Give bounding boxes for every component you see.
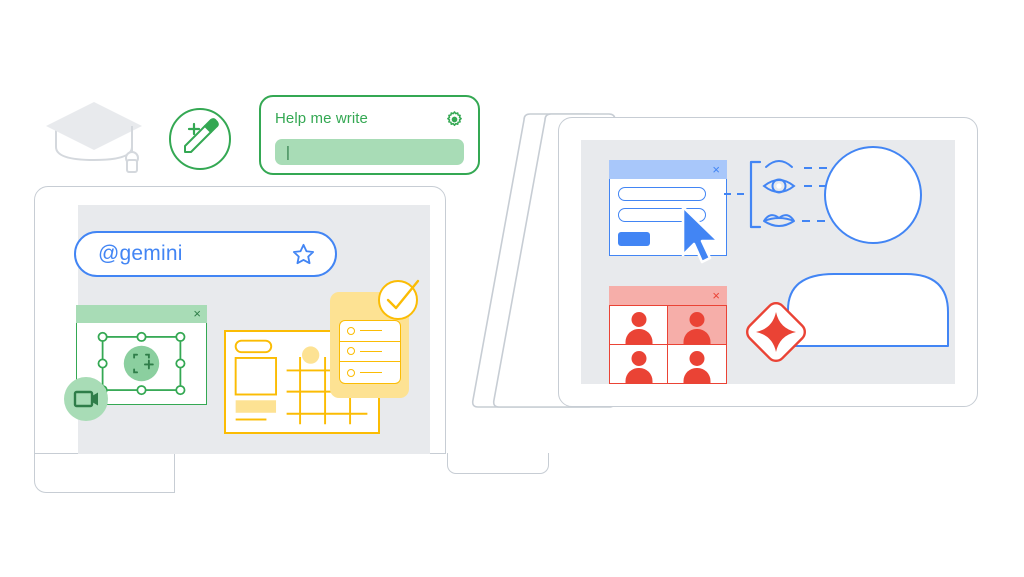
list-item-line [360,350,382,352]
help-card-title: Help me write [275,110,368,127]
checklist[interactable] [339,320,401,384]
close-icon[interactable]: × [712,161,720,178]
close-icon[interactable]: × [712,287,720,304]
close-icon[interactable]: × [193,306,201,322]
avatar-torso [683,367,711,383]
laptop-trackpad [447,453,549,474]
mouth-icon [763,214,795,227]
avatar-torso [683,329,711,344]
face-recognition-diagram [724,145,936,275]
radio-icon[interactable] [347,347,355,356]
pencil-plus-icon[interactable] [168,107,232,171]
avatar-head [689,350,705,366]
avatar-head [689,312,705,327]
sparkle-diamond-icon[interactable] [741,297,811,367]
star-icon[interactable] [291,242,316,267]
check-circle-icon [377,277,421,321]
participant-grid [609,305,727,384]
help-me-write-card[interactable]: Help me write | [259,95,480,175]
bracket-icon [749,160,762,229]
list-item[interactable] [340,362,400,383]
laptop-base-inner [174,453,549,493]
participant-tile[interactable] [668,344,726,383]
illustration-canvas: Help me write | @gemini × × × [0,0,1024,577]
radio-icon[interactable] [347,326,355,335]
list-item[interactable] [340,321,400,342]
list-item-line [360,372,382,374]
laptop-base [34,453,549,493]
green-window-titlebar: × [76,305,207,323]
blue-window-titlebar: × [609,160,727,179]
video-camera-icon[interactable] [64,377,108,421]
help-card-header: Help me write [275,109,464,129]
gemini-query-text: @gemini [98,242,183,265]
form-field-1[interactable] [618,187,706,201]
list-item-line [360,330,382,332]
submit-button[interactable] [618,232,650,246]
gemini-search-input[interactable]: @gemini [74,231,337,277]
eye-icon [762,178,796,194]
avatar-torso [625,329,652,344]
avatar-torso [625,367,652,383]
list-item[interactable] [340,342,400,363]
graduation-cap-icon [42,92,146,173]
eyebrow-icon [765,160,793,168]
avatar-head [631,350,646,366]
gear-icon[interactable] [445,110,464,129]
radio-icon[interactable] [347,368,355,377]
participant-tile[interactable] [610,344,668,383]
red-window-titlebar: × [609,286,727,305]
mouse-cursor-icon[interactable] [679,205,725,265]
avatar-head [631,312,646,327]
participant-tile[interactable] [610,306,668,345]
help-card-input[interactable]: | [275,139,464,165]
text-caret: | [286,143,290,161]
red-video-call-window[interactable]: × [609,286,727,384]
participant-tile-active[interactable] [668,306,726,345]
head-circle-icon [824,146,922,244]
